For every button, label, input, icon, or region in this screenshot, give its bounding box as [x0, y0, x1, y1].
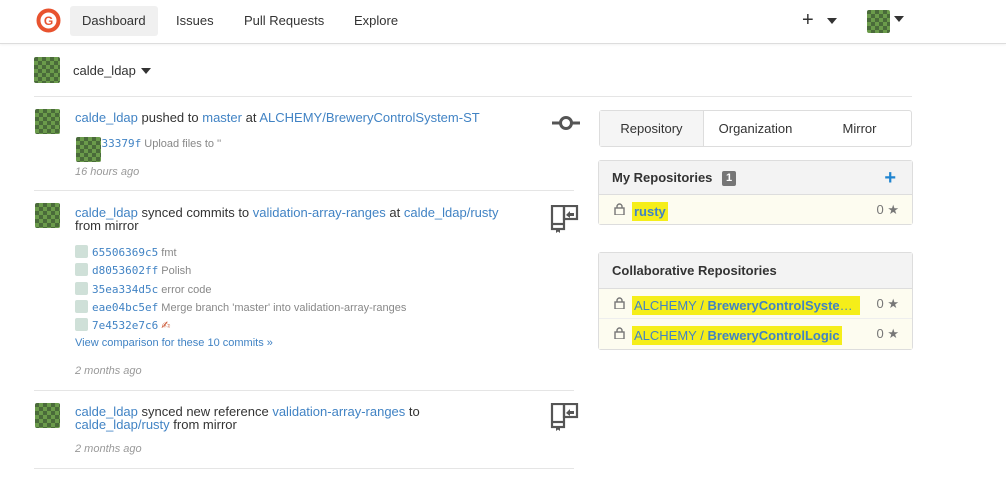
branch-link[interactable]: validation-array-ranges	[253, 205, 386, 220]
star-icon: ★	[887, 326, 899, 341]
collaborative-repositories-title: Collaborative Repositories	[612, 263, 777, 278]
repo-mirror-icon	[550, 403, 579, 431]
feed-title: calde_ldap synced new reference validati…	[75, 405, 515, 431]
feed-at: at	[245, 110, 257, 125]
my-repositories-header: My Repositories 1 +	[599, 161, 912, 195]
user-menu[interactable]	[867, 10, 907, 35]
repo-link[interactable]: ALCHEMY / BreweryControlSystem-ST	[632, 296, 860, 315]
git-commit-icon	[552, 116, 580, 130]
repo-link[interactable]: rusty	[632, 202, 668, 221]
tab-organization[interactable]: Organization	[704, 111, 808, 146]
repo-link[interactable]: calde_ldap/rusty	[404, 205, 499, 220]
avatar	[867, 10, 890, 33]
star-icon: ★	[887, 202, 899, 217]
repo-mirror-icon	[550, 205, 579, 233]
feed-at: at	[389, 205, 401, 220]
repo-link[interactable]: ALCHEMY/BreweryControlSystem-ST	[259, 110, 479, 125]
star-count: 0 ★	[876, 326, 899, 341]
commit-row: 7e4532e7c6 ✍	[75, 318, 171, 334]
commit-avatar-icon	[75, 300, 88, 313]
gitea-logo-icon[interactable]: G	[36, 8, 61, 33]
user-link[interactable]: calde_ldap	[75, 110, 138, 125]
nav-issues[interactable]: Issues	[164, 6, 226, 36]
branch-link[interactable]: validation-array-ranges	[272, 404, 405, 419]
lock-icon	[614, 297, 625, 309]
feed-at: to	[408, 404, 420, 419]
avatar[interactable]	[35, 109, 60, 134]
feed-time: 2 months ago	[75, 443, 142, 455]
commit-row: eae04bc5ef Merge branch 'master' into va…	[75, 300, 406, 316]
commit-sha-link[interactable]: 7e4532e7c6	[92, 319, 158, 332]
repo-row[interactable]: ALCHEMY / BreweryControlLogic 0 ★	[599, 319, 912, 349]
nav-explore[interactable]: Explore	[342, 6, 410, 36]
commit-message: Upload files to ''	[144, 138, 222, 150]
commit-row: 35ea334d5c error code	[75, 282, 211, 298]
commit-row: d8053602ff Polish	[75, 263, 191, 279]
commit-message: fmt	[161, 247, 177, 259]
feed-action: synced commits to	[141, 205, 250, 220]
repo-row[interactable]: ALCHEMY / BreweryControlSystem-ST 0 ★	[599, 289, 912, 319]
branch-link[interactable]: master	[202, 110, 242, 125]
lock-icon	[614, 327, 625, 339]
commit-avatar-icon	[75, 318, 88, 331]
collaborative-repositories-header: Collaborative Repositories	[599, 253, 912, 289]
repo-count-badge: 1	[722, 171, 737, 186]
chevron-down-icon	[827, 17, 838, 24]
feed-action: pushed to	[141, 110, 199, 125]
feed-title: calde_ldap pushed to master at ALCHEMY/B…	[75, 111, 480, 124]
commit-sha-link[interactable]: eae04bc5ef	[92, 301, 158, 314]
chevron-down-icon	[894, 16, 904, 22]
commit-message: ✍	[161, 320, 171, 332]
commit-message: error code	[161, 284, 212, 296]
top-navbar: G Dashboard Issues Pull Requests Explore…	[0, 0, 1006, 44]
compare-link[interactable]: View comparison for these 10 commits »	[75, 337, 273, 349]
star-icon: ★	[887, 296, 899, 311]
tab-repository[interactable]: Repository	[600, 111, 704, 146]
feed-time: 16 hours ago	[75, 166, 140, 178]
feed-item: calde_ldap synced new reference validati…	[34, 403, 579, 469]
divider	[34, 96, 912, 97]
nav-dashboard[interactable]: Dashboard	[70, 6, 158, 36]
svg-text:G: G	[44, 14, 53, 28]
commit-row: 192033379f Upload files to ''	[75, 137, 222, 162]
my-repositories-box: My Repositories 1 + rusty 0 ★	[598, 160, 913, 225]
commit-row: 65506369c5 fmt	[75, 245, 177, 261]
context-user: calde_ldap	[73, 63, 136, 78]
commit-sha-link[interactable]: d8053602ff	[92, 264, 158, 277]
create-menu[interactable]: +	[802, 9, 838, 31]
commit-sha-link[interactable]: 35ea334d5c	[92, 283, 158, 296]
avatar[interactable]	[35, 403, 60, 428]
collaborative-repositories-box: Collaborative Repositories ALCHEMY / Bre…	[598, 252, 913, 350]
nav-pull-requests[interactable]: Pull Requests	[232, 6, 336, 36]
repo-row[interactable]: rusty 0 ★	[599, 195, 912, 224]
feed-tail: from mirror	[173, 417, 237, 432]
chevron-down-icon	[141, 68, 151, 74]
commit-avatar-icon	[75, 263, 88, 276]
commit-avatar-icon	[75, 245, 88, 258]
avatar	[76, 137, 101, 162]
feed-tail: from mirror	[75, 218, 139, 233]
feed-title: calde_ldap synced commits to validation-…	[75, 206, 515, 232]
tab-mirror[interactable]: Mirror	[808, 111, 911, 146]
repo-tabs: Repository Organization Mirror	[599, 110, 912, 147]
repo-link[interactable]: calde_ldap/rusty	[75, 417, 170, 432]
star-count: 0 ★	[876, 296, 899, 311]
feed-item: calde_ldap synced commits to validation-…	[34, 203, 579, 391]
commit-avatar-icon	[75, 282, 88, 295]
add-repo-button[interactable]: +	[884, 161, 896, 195]
avatar[interactable]	[35, 203, 60, 228]
my-repositories-title: My Repositories	[612, 170, 713, 185]
feed-time: 2 months ago	[75, 365, 142, 377]
commit-message: Merge branch 'master' into validation-ar…	[161, 302, 407, 314]
repo-link[interactable]: ALCHEMY / BreweryControlLogic	[632, 326, 842, 345]
lock-icon	[614, 203, 625, 215]
star-count: 0 ★	[876, 202, 899, 217]
commit-message: Polish	[161, 265, 192, 277]
commit-sha-link[interactable]: 65506369c5	[92, 246, 158, 259]
avatar	[34, 57, 60, 83]
feed-item: calde_ldap pushed to master at ALCHEMY/B…	[34, 109, 580, 191]
plus-icon: +	[802, 9, 814, 31]
